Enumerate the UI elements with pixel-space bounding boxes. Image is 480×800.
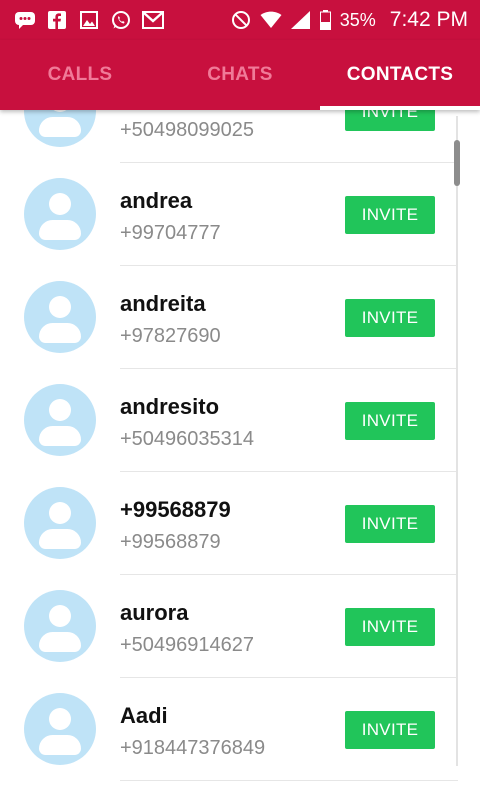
contact-phone: +50496035314	[120, 428, 255, 450]
invite-button[interactable]: INVITE	[345, 608, 435, 646]
gmail-icon	[142, 10, 164, 30]
avatar-icon	[24, 384, 96, 456]
invite-button[interactable]: INVITE	[345, 711, 435, 749]
contact-phone: +50496914627	[120, 634, 255, 656]
avatar-icon	[24, 487, 96, 559]
facebook-icon	[46, 10, 68, 30]
image-icon	[78, 10, 100, 30]
contact-name: andresito	[120, 394, 220, 419]
contact-row[interactable]: andresito +50496035314 INVITE	[0, 369, 480, 472]
active-tab-indicator	[320, 106, 480, 110]
divider	[120, 780, 458, 781]
signal-icon	[290, 10, 312, 30]
invite-button[interactable]: INVITE	[345, 299, 435, 337]
tab-contacts[interactable]: CONTACTS	[320, 40, 480, 110]
contact-name: aurora	[120, 600, 189, 625]
chat-bubble-icon	[14, 10, 36, 30]
battery-percent: 35%	[339, 9, 376, 30]
avatar-icon	[24, 590, 96, 662]
contact-phone: +50498099025	[120, 119, 255, 141]
contact-name: andreita	[120, 291, 206, 316]
do-not-disturb-icon	[230, 10, 252, 30]
invite-button[interactable]: INVITE	[345, 505, 435, 543]
scrollbar-thumb[interactable]	[454, 140, 460, 186]
contact-name: +99568879	[120, 497, 231, 522]
invite-button[interactable]: INVITE	[345, 110, 435, 131]
contact-row[interactable]: andrea +99704777 INVITE	[0, 163, 480, 266]
contact-row[interactable]: +50498099025 INVITE	[0, 110, 480, 163]
contact-row[interactable]: Aadi +918447376849 INVITE	[0, 678, 480, 781]
invite-button[interactable]: INVITE	[345, 196, 435, 234]
battery-icon	[320, 10, 332, 30]
contact-list[interactable]: +50498099025 INVITE andrea +99704777 INV…	[0, 110, 480, 800]
avatar-icon	[24, 178, 96, 250]
avatar-icon	[24, 281, 96, 353]
status-bar: 35% 7:42 PM	[0, 0, 480, 40]
contact-row[interactable]: +99568879 +99568879 INVITE	[0, 472, 480, 575]
avatar-icon	[24, 110, 96, 147]
contact-phone: +97827690	[120, 325, 221, 347]
clock: 7:42 PM	[389, 8, 468, 31]
contact-name: andrea	[120, 188, 193, 213]
invite-button[interactable]: INVITE	[345, 402, 435, 440]
avatar-icon	[24, 693, 96, 765]
tab-chats[interactable]: CHATS	[160, 40, 320, 110]
whatsapp-icon	[110, 10, 132, 30]
tab-calls[interactable]: CALLS	[0, 40, 160, 110]
contact-name: Aadi	[120, 703, 168, 728]
scrollbar-track[interactable]	[456, 116, 458, 766]
tab-bar: CALLS CHATS CONTACTS	[0, 40, 480, 110]
contact-row[interactable]: aurora +50496914627 INVITE	[0, 575, 480, 678]
contact-phone: +99704777	[120, 222, 221, 244]
contact-row[interactable]: andreita +97827690 INVITE	[0, 266, 480, 369]
tab-contacts-label: CONTACTS	[346, 64, 454, 85]
wifi-icon	[260, 10, 282, 30]
contact-phone: +99568879	[120, 531, 221, 553]
contact-phone: +918447376849	[120, 737, 266, 759]
